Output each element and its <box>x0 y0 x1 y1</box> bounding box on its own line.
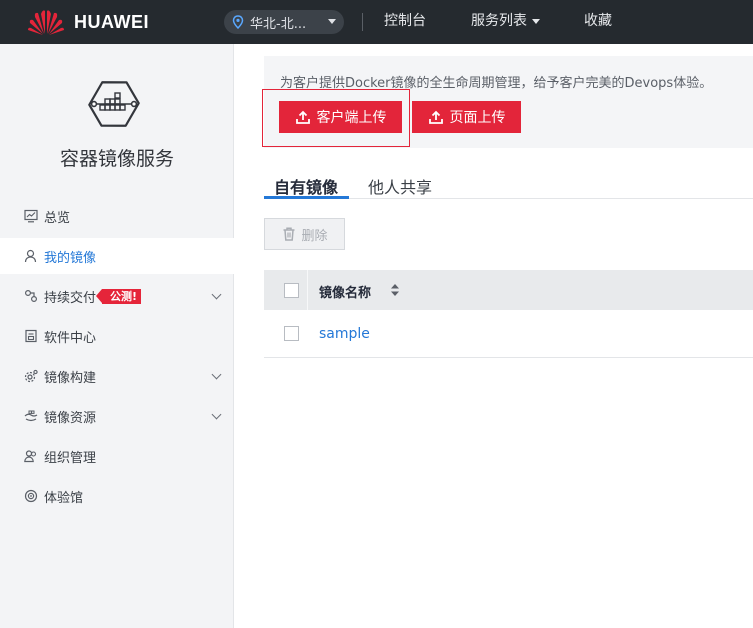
sidebar-item-overview[interactable]: 总览 <box>0 198 234 234</box>
sidebar: 容器镜像服务 总览 我的镜像 持续交付 公测! 软件中心 镜像构建 镜像资源 组… <box>0 44 234 628</box>
nav-console[interactable]: 控制台 <box>384 0 426 44</box>
nav-console-label: 控制台 <box>384 13 426 29</box>
resource-icon <box>24 409 38 423</box>
sidebar-item-image-build[interactable]: 镜像构建 <box>0 358 234 394</box>
container-registry-logo-icon <box>88 81 140 127</box>
nav-favorites-label: 收藏 <box>584 13 612 29</box>
table-header: 镜像名称 <box>264 270 753 310</box>
organization-icon <box>24 449 38 463</box>
sidebar-item-experience[interactable]: 体验馆 <box>0 478 234 514</box>
sidebar-item-software-center[interactable]: 软件中心 <box>0 318 234 354</box>
sidebar-item-organization[interactable]: 组织管理 <box>0 438 234 474</box>
table-row: sample <box>264 310 753 358</box>
chevron-down-icon[interactable] <box>211 369 222 380</box>
delete-label: 删除 <box>301 228 328 244</box>
chevron-down-icon[interactable] <box>211 409 222 420</box>
tab-shared-images[interactable]: 他人共享 <box>368 174 432 198</box>
active-tab-indicator <box>264 196 349 199</box>
sidebar-item-label: 我的镜像 <box>44 250 97 266</box>
build-gear-icon <box>24 369 38 383</box>
nav-divider <box>362 13 363 31</box>
sidebar-item-label: 软件中心 <box>44 330 97 346</box>
delivery-icon <box>24 289 38 303</box>
location-pin-icon <box>232 15 244 29</box>
chevron-down-icon <box>328 19 336 24</box>
nav-service-list-label: 服务列表 <box>471 13 527 29</box>
highlight-frame <box>262 89 410 147</box>
sidebar-item-label: 体验馆 <box>44 490 84 506</box>
nav-service-list[interactable]: 服务列表 <box>471 0 540 44</box>
experience-icon <box>24 489 38 503</box>
huawei-flower-icon <box>28 10 64 35</box>
sidebar-item-continuous-delivery[interactable]: 持续交付 公测! <box>0 278 234 314</box>
sort-icon[interactable] <box>390 283 400 297</box>
brand-name: HUAWEI <box>74 11 149 32</box>
user-icon <box>24 249 38 263</box>
dashboard-icon <box>24 209 38 223</box>
row-checkbox[interactable] <box>284 326 299 341</box>
region-selector[interactable]: 华北-北... <box>224 10 344 34</box>
select-all-checkbox[interactable] <box>284 283 299 298</box>
software-icon <box>24 329 38 343</box>
image-name-link[interactable]: sample <box>319 326 370 342</box>
region-label: 华北-北... <box>250 16 307 32</box>
column-header-image-name: 镜像名称 <box>319 286 372 301</box>
beta-badge: 公测! <box>96 288 142 304</box>
column-divider <box>307 270 308 310</box>
delete-button[interactable]: 删除 <box>264 218 345 250</box>
trash-icon <box>283 227 295 241</box>
sidebar-item-label: 镜像资源 <box>44 410 97 426</box>
sidebar-item-label: 镜像构建 <box>44 370 97 386</box>
image-tabs: 自有镜像 他人共享 <box>264 170 753 199</box>
upload-icon <box>428 110 443 124</box>
chevron-down-icon[interactable] <box>211 289 222 300</box>
sidebar-item-label: 持续交付 <box>44 290 97 306</box>
sidebar-item-my-images[interactable]: 我的镜像 <box>0 238 234 274</box>
service-title: 容器镜像服务 <box>59 148 174 170</box>
sidebar-item-label: 组织管理 <box>44 450 97 466</box>
page-upload-button[interactable]: 页面上传 <box>412 101 521 133</box>
top-bar: HUAWEI 华北-北... 控制台 服务列表 收藏 <box>0 0 753 44</box>
sidebar-item-label: 总览 <box>44 210 71 226</box>
chevron-down-icon <box>532 18 540 24</box>
nav-favorites[interactable]: 收藏 <box>584 0 612 44</box>
page-upload-label: 页面上传 <box>449 110 506 126</box>
tab-own-images[interactable]: 自有镜像 <box>274 174 338 198</box>
sidebar-item-image-resources[interactable]: 镜像资源 <box>0 398 234 434</box>
huawei-logo[interactable]: HUAWEI <box>26 8 149 36</box>
